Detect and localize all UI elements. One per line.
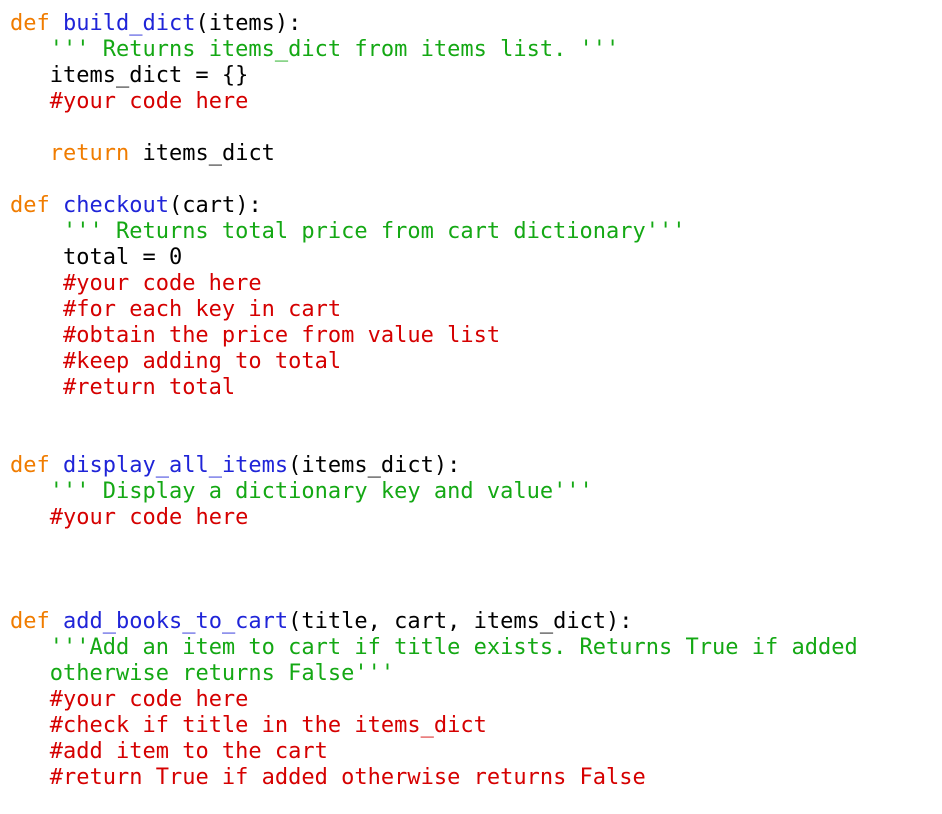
code-line: #add item to the cart — [10, 739, 858, 765]
code-line: #return True if added otherwise returns … — [10, 765, 858, 791]
function-name-token: add_books_to_cart — [63, 609, 289, 634]
comment-token: #check if title in the items_dict — [49, 713, 487, 738]
code-editor[interactable]: def build_dict(items): ''' Returns items… — [10, 11, 858, 791]
function-name-token: display_all_items — [63, 453, 289, 478]
keyword-token: def — [10, 609, 50, 634]
code-line: def checkout(cart): — [10, 193, 858, 219]
code-text-token: items_dict — [129, 141, 275, 166]
docstring-token: ''' Returns items_dict from items list. … — [49, 37, 620, 62]
comment-token: #keep adding to total — [62, 349, 342, 374]
code-line: return items_dict — [10, 141, 858, 167]
docstring-token: otherwise returns False''' — [49, 661, 395, 686]
keyword-token: return — [49, 141, 130, 166]
code-line: ''' Display a dictionary key and value''… — [10, 479, 858, 505]
code-line: #check if title in the items_dict — [10, 713, 858, 739]
keyword-token: def — [10, 11, 50, 36]
comment-token: #add item to the cart — [49, 739, 328, 764]
comment-token: #your code here — [49, 505, 249, 530]
code-line: #return total — [10, 375, 858, 401]
docstring-token: ''' Display a dictionary key and value''… — [49, 479, 593, 504]
docstring-token: '''Add an item to cart if title exists. … — [49, 635, 858, 660]
code-text-token: (title, cart, items_dict): — [288, 609, 633, 634]
code-line: ''' Returns items_dict from items list. … — [10, 37, 858, 63]
code-text-token: (cart): — [168, 193, 262, 218]
keyword-token: def — [10, 453, 50, 478]
comment-token: #return True if added otherwise returns … — [49, 765, 646, 790]
comment-token: #for each key in cart — [62, 297, 342, 322]
comment-token: #your code here — [49, 89, 249, 114]
comment-token: #your code here — [62, 271, 262, 296]
code-text-token: total = 0 — [10, 245, 183, 270]
code-line: def display_all_items(items_dict): — [10, 453, 858, 479]
code-line: #your code here — [10, 687, 858, 713]
code-line: def add_books_to_cart(title, cart, items… — [10, 609, 858, 635]
comment-token: #obtain the price from value list — [62, 323, 501, 348]
function-name-token: checkout — [63, 193, 169, 218]
code-line: #obtain the price from value list — [10, 323, 858, 349]
code-line: '''Add an item to cart if title exists. … — [10, 635, 858, 661]
keyword-token: def — [10, 193, 50, 218]
code-line: items_dict = {} — [10, 63, 858, 89]
code-text-token: (items_dict): — [288, 453, 461, 478]
code-line: #your code here — [10, 271, 858, 297]
code-text-token: (items): — [195, 11, 302, 36]
docstring-token: ''' Returns total price from cart dictio… — [62, 219, 686, 244]
code-line: #for each key in cart — [10, 297, 858, 323]
code-text-token: items_dict = {} — [10, 63, 249, 88]
comment-token: #your code here — [49, 687, 249, 712]
code-line: #your code here — [10, 89, 858, 115]
comment-token: #return total — [62, 375, 236, 400]
code-line: otherwise returns False''' — [10, 661, 858, 687]
function-name-token: build_dict — [63, 11, 196, 36]
code-line: ''' Returns total price from cart dictio… — [10, 219, 858, 245]
code-line: total = 0 — [10, 245, 858, 271]
code-line: def build_dict(items): — [10, 11, 858, 37]
code-line: #keep adding to total — [10, 349, 858, 375]
code-line: #your code here — [10, 505, 858, 531]
